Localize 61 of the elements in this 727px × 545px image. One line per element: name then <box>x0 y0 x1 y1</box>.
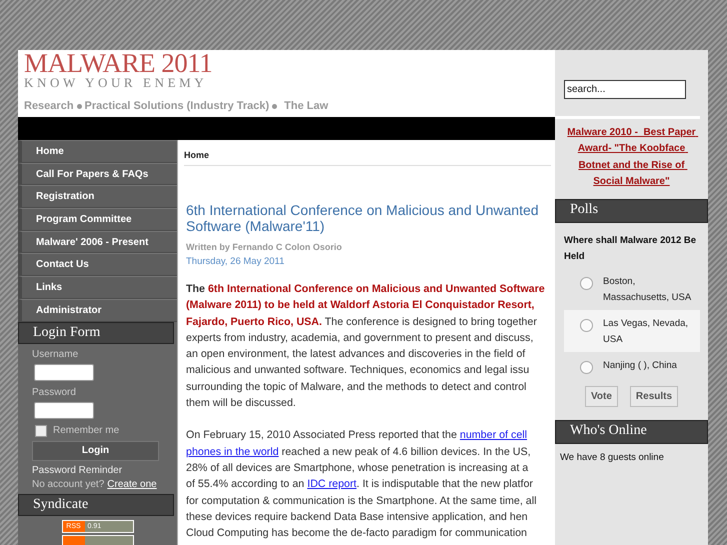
menu-item[interactable]: Home <box>18 140 177 163</box>
article-title: 6th International Conference on Malicious and Unwanted Software (Malware'11) <box>186 202 540 234</box>
field-label: Username <box>32 348 80 360</box>
text-link[interactable]: phones in the world <box>186 446 279 458</box>
menu-item[interactable]: Program Committee <box>18 208 177 231</box>
menu-item[interactable]: Call For Papers & FAQs <box>18 162 177 186</box>
password-reminder-link[interactable]: Password Reminder <box>32 464 177 476</box>
body-text-line: malicious and unwanted software. Techniques, economics and legal issu <box>186 363 530 378</box>
bullet-icon <box>272 104 278 108</box>
body-text-line: Fajardo, Puerto Rico, USA. The conference is designed to bring together <box>186 314 537 330</box>
online-text: We have 8 guests online <box>559 451 665 466</box>
option-label: Las Vegas, Nevada, USA <box>603 317 690 348</box>
module-heading: Who's Online <box>555 420 708 444</box>
logo-tagline: KNOW YOUR ENEMY <box>24 76 208 90</box>
module-heading: Polls <box>555 199 708 224</box>
logo-title: MALWARE 2011 <box>24 50 214 76</box>
body-text-line: these devices require backend Data Base intensive application, and hen <box>186 510 528 525</box>
body-text-line: 28% of all devices are Smartphone, whose penetration is increasing at a <box>186 460 528 476</box>
award-link[interactable]: Malware 2010 - Best Paper Award- "The Koobface Botnet and the Rise of Social Malware" <box>563 125 700 190</box>
menu-item[interactable]: Registration <box>18 185 177 208</box>
poll-button[interactable]: Vote <box>584 386 618 408</box>
option-label: Nanjing ( ), China <box>603 359 678 374</box>
body-text-line: them will be discussed. <box>186 396 296 412</box>
menu-item[interactable]: Administrator <box>18 298 177 322</box>
search-field[interactable]: search... <box>564 80 686 99</box>
body-text-line: phones in the world reached a new peak of 4.6 billion devices. In the US, <box>186 444 531 460</box>
body-text-line: experts from industry, academia, and government to present and discuss, <box>186 330 534 346</box>
text-link[interactable]: number of cell <box>460 429 528 442</box>
poll-question: Where shall Malware 2012 Be Held <box>563 234 698 264</box>
create-account-link[interactable]: Create one <box>107 478 157 490</box>
option-label: Boston, Massachusetts, USA <box>603 275 692 306</box>
body-text-line: an open environment, the latest advances and discoveries in the field of <box>186 347 526 362</box>
module-heading: Syndicate <box>18 494 174 516</box>
body-text-line: (Malware 2011) to be held at Waldorf Astoria El Conquistador Resort, <box>186 298 534 314</box>
article-author: Written by Fernando C Colon Osorio <box>186 242 343 252</box>
breadcrumb-link[interactable]: Home <box>184 150 555 160</box>
login-button[interactable]: Login <box>32 440 159 460</box>
text-link[interactable]: IDC report <box>307 478 357 490</box>
radio-button[interactable] <box>580 319 593 332</box>
body-text-line: for computation & communication is the Smartphone. At the same time, all <box>186 494 536 509</box>
body-text-line: of 55.4% according to an IDC report. It is indisputable that the new platfor <box>186 477 533 492</box>
rss-badge[interactable] <box>62 534 134 545</box>
password-field[interactable] <box>34 402 94 418</box>
field-label: Password <box>32 386 77 398</box>
body-text-line: Cloud Computing has become the de-facto paradigm for communication <box>186 526 527 542</box>
body-text-line: On February 15, 2010 Associated Press reported that the number of cell <box>186 428 528 444</box>
bullet-icon <box>76 104 82 108</box>
no-account-text: No account yet? <box>32 478 104 490</box>
menu-item[interactable]: Malware' 2006 - Present <box>18 230 177 254</box>
article-date: Thursday, 26 May 2011 <box>186 256 286 267</box>
username-field[interactable] <box>34 364 94 380</box>
menu-item[interactable]: Contact Us <box>18 253 177 276</box>
module-heading: Login Form <box>18 322 174 344</box>
checkbox-label: Remember me <box>53 425 120 436</box>
menu-item[interactable]: Links <box>18 276 177 299</box>
body-text-line: The 6th International Conference on Malicious and Unwanted Software <box>186 282 545 297</box>
body-text-line: surrounding the topic of Malware, and the methods to detect and control <box>186 380 526 395</box>
poll-button[interactable]: Results <box>630 386 678 408</box>
radio-button[interactable] <box>580 361 593 374</box>
remember-checkbox[interactable] <box>35 424 47 436</box>
radio-button[interactable] <box>580 277 593 290</box>
